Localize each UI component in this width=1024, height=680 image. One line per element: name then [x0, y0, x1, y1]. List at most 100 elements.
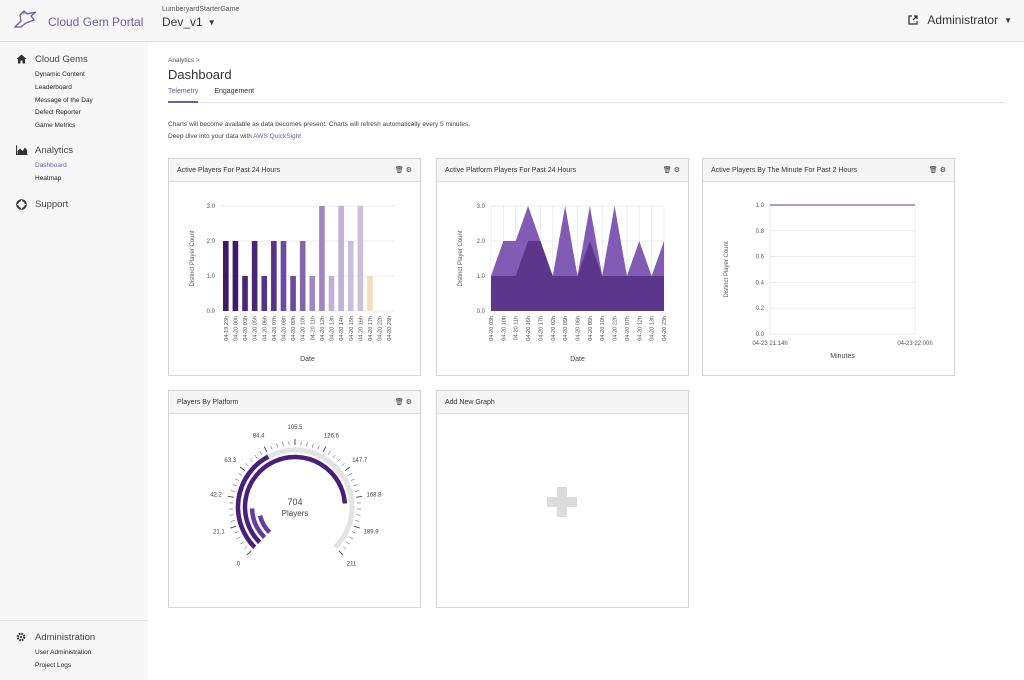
- gauge-tick: [349, 536, 353, 540]
- sidebar-item-administration[interactable]: Administration: [16, 630, 95, 644]
- bar: [338, 206, 344, 311]
- sidebar-divider: [0, 620, 148, 621]
- card-active-players-24h: Active Players For Past 24 Hours 🗑 ⚙ 0.0 1.…: [168, 158, 421, 376]
- sidebar-item-game-metrics[interactable]: Game Metrics: [35, 120, 93, 133]
- app-logo[interactable]: Cloud Gem Portal: [12, 8, 143, 35]
- gauge-total: 704: [287, 497, 302, 507]
- gauge-scale-label: 189.9: [364, 530, 380, 536]
- info-line: Charts will become available as data bec…: [168, 121, 471, 128]
- bar: [357, 206, 364, 311]
- info-text: Charts will become available as data bec…: [168, 119, 470, 143]
- gauge-tick: [356, 495, 363, 498]
- bar: [271, 241, 277, 311]
- sidebar-label: Support: [35, 198, 69, 210]
- project-selector[interactable]: LumberyardStarterGame Dev_v1 ▼: [162, 6, 239, 29]
- x-tick-label: 04-23 21:14h: [752, 341, 787, 347]
- gauge-tick: [254, 454, 258, 459]
- gear-icon[interactable]: ⚙: [406, 398, 412, 406]
- plus-icon[interactable]: [437, 415, 688, 608]
- sidebar-item-heatmap[interactable]: Heatmap: [35, 173, 73, 186]
- bird-logo-icon: [12, 8, 42, 35]
- sidebar-item-defect-reporter[interactable]: Defect Reporter: [35, 107, 93, 120]
- y-tick-label: 0.0: [207, 309, 216, 315]
- card-title: Active Platform Players For Past 24 Hour…: [445, 166, 577, 174]
- sidebar-item-support[interactable]: Support: [16, 197, 68, 211]
- x-tick-label: 04-20 03h: [489, 316, 495, 341]
- trash-icon[interactable]: 🗑: [929, 166, 938, 174]
- gauge-chart: 0 21.1 42.2 63.3 84.4 105.5 126.6 147.7 168.8 189…: [210, 425, 382, 568]
- bar: [347, 241, 354, 311]
- sidebar-item-user-administration[interactable]: User Administration: [35, 647, 95, 660]
- sidebar-item-cloud-gems[interactable]: Cloud Gems: [16, 52, 93, 66]
- gear-icon: [16, 632, 28, 642]
- x-tick-label: 04-20 05h: [563, 316, 569, 341]
- gear-icon[interactable]: ⚙: [940, 166, 946, 174]
- gauge-tick: [350, 478, 355, 481]
- bar: [232, 241, 239, 311]
- breadcrumb[interactable]: Analytics >: [168, 57, 200, 64]
- gauge-tick: [231, 490, 236, 492]
- gauge-tick: [263, 446, 268, 452]
- x-tick-label: 04-20 06h: [576, 316, 582, 341]
- x-tick-label: 04-20 11h: [514, 316, 520, 340]
- x-tick-label: 04-20 10h: [600, 316, 606, 341]
- user-menu[interactable]: Administrator ▼: [908, 13, 1012, 27]
- y-tick-label: 0.2: [756, 306, 765, 312]
- sidebar-item-dynamic-content[interactable]: Dynamic Content: [35, 69, 93, 82]
- x-tick-label: 04-20 17h: [538, 316, 544, 341]
- gauge-tick: [346, 541, 350, 545]
- sidebar-item-project-logs[interactable]: Project Logs: [35, 660, 95, 673]
- logout-icon[interactable]: [908, 15, 919, 25]
- y-tick-label: 0.8: [756, 229, 765, 235]
- gauge-tick: [229, 514, 234, 516]
- gauge-tick: [317, 445, 320, 450]
- bar: [309, 276, 316, 311]
- y-tick-label: 2.0: [207, 239, 216, 245]
- x-tick-label: 04-23 22:00h: [897, 341, 932, 347]
- x-tick-label: 04-20 16h: [526, 316, 532, 341]
- x-axis-label: Minutes: [830, 353, 855, 360]
- gauge-tick: [259, 451, 262, 455]
- tab-engagement[interactable]: Engagement: [214, 88, 254, 103]
- gauge-tick: [276, 443, 278, 448]
- gauge-tick: [322, 446, 327, 452]
- gauge-tick: [239, 466, 246, 471]
- x-tick-label: 04-20 07h: [625, 316, 631, 341]
- sidebar-item-dashboard[interactable]: Dashboard: [35, 160, 73, 173]
- user-name: Administrator: [927, 13, 999, 27]
- gauge-tick: [249, 458, 253, 462]
- x-tick-label: 04-20 11h: [310, 316, 316, 340]
- gauge-tick: [342, 546, 347, 550]
- gauge-tick: [328, 451, 331, 455]
- gear-icon[interactable]: ⚙: [674, 166, 680, 174]
- x-tick-label: 04-20 23h: [662, 316, 668, 341]
- x-tick-label: 04-19 23h: [224, 316, 230, 341]
- trash-icon[interactable]: 🗑: [663, 166, 672, 174]
- quicksight-link[interactable]: AWS QuickSight: [253, 133, 301, 140]
- card-active-by-minute: Active Players By The Minute For Past 2 …: [702, 158, 955, 376]
- x-tick-label: 04-20 10h: [301, 316, 307, 341]
- card-add-new-graph[interactable]: Add New Graph: [436, 390, 689, 608]
- card-title: Add New Graph: [445, 398, 495, 406]
- gauge-scale-label: 63.3: [224, 458, 236, 464]
- gauge-tick: [230, 520, 235, 522]
- trash-icon[interactable]: 🗑: [395, 398, 404, 406]
- sidebar-label: Cloud Gems: [35, 53, 88, 65]
- sidebar-item-leaderboard[interactable]: Leaderboard: [35, 82, 93, 95]
- app-title: Cloud Gem Portal: [48, 14, 144, 29]
- x-tick-label: 04-20 22h: [378, 316, 384, 341]
- sidebar-label: Administration: [35, 631, 96, 643]
- gauge-ring: [257, 515, 272, 535]
- tab-bar: Telemetry Engagement: [168, 88, 1004, 103]
- sidebar-item-analytics[interactable]: Analytics: [16, 143, 73, 157]
- gear-icon[interactable]: ⚙: [406, 166, 412, 174]
- gauge-tick: [235, 478, 240, 481]
- gauge-tick: [355, 520, 360, 522]
- sidebar-item-message-of-the-day[interactable]: Message of the Day: [35, 95, 93, 108]
- tab-telemetry[interactable]: Telemetry: [168, 88, 199, 103]
- page-title: Dashboard: [168, 67, 232, 82]
- sidebar-section-support: Support: [16, 197, 68, 211]
- trash-icon[interactable]: 🗑: [395, 166, 404, 174]
- gauge-tick: [306, 442, 308, 447]
- y-tick-label: 1.0: [477, 274, 486, 280]
